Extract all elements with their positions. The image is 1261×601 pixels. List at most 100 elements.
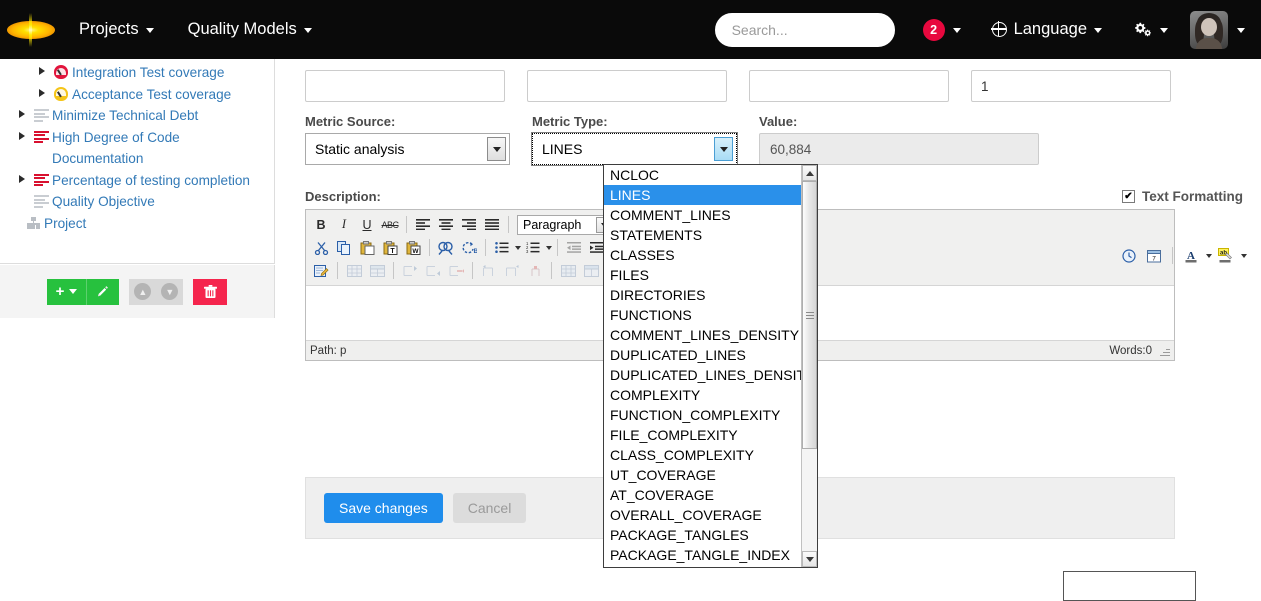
tree-item-integration-test-coverage[interactable]: Integration Test coverage	[0, 62, 274, 84]
tree-item-label[interactable]: Minimize Technical Debt	[52, 105, 198, 127]
notifications-menu[interactable]: 2	[905, 0, 975, 59]
copy-icon[interactable]	[333, 237, 355, 258]
scrollbar-thumb[interactable]	[802, 181, 817, 449]
delete-row-icon[interactable]	[445, 260, 467, 281]
cut-icon[interactable]	[310, 237, 332, 258]
chevron-down-icon[interactable]	[1241, 253, 1247, 258]
user-menu[interactable]	[1182, 0, 1261, 59]
brand-logo[interactable]	[0, 0, 62, 59]
metric-option[interactable]: FUNCTIONS	[604, 305, 801, 325]
move-down-button[interactable]: ▼	[161, 283, 179, 300]
chevron-down-icon[interactable]	[546, 245, 552, 250]
tree-item-high-degree-code-documentation[interactable]: High Degree of Code Documentation	[0, 127, 274, 170]
metric-option[interactable]: PACKAGE_TANGLES	[604, 525, 801, 545]
tree-item-label[interactable]: Project	[44, 213, 86, 235]
metric-option[interactable]: STATEMENTS	[604, 225, 801, 245]
text-color-icon[interactable]: A	[1180, 245, 1202, 266]
delete-node-button[interactable]	[193, 278, 228, 305]
metric-option[interactable]: DUPLICATED_LINES	[604, 345, 801, 365]
align-right-icon[interactable]	[458, 214, 480, 235]
metric-option[interactable]: COMPLEXITY	[604, 385, 801, 405]
tree-item-minimize-technical-debt[interactable]: Minimize Technical Debt	[0, 105, 274, 127]
metric-option[interactable]: UT_COVERAGE	[604, 465, 801, 485]
text-formatting-toggle[interactable]: ✔ Text Formatting	[1122, 189, 1243, 204]
italic-icon[interactable]: I	[333, 214, 355, 235]
editor-resize-handle[interactable]	[1158, 345, 1170, 357]
insert-date-icon[interactable]: 7	[1143, 245, 1165, 266]
expand-twisty-icon[interactable]	[34, 62, 50, 84]
metric-option-selected[interactable]: LINES	[604, 185, 801, 205]
bullet-list-icon[interactable]	[491, 237, 513, 258]
metric-option[interactable]: NCLOC	[604, 165, 801, 185]
metric-option[interactable]: CLASSES	[604, 245, 801, 265]
chevron-down-icon[interactable]	[1206, 253, 1212, 258]
metric-source-select[interactable]: Static analysis	[305, 133, 510, 165]
underline-icon[interactable]: U	[356, 214, 378, 235]
chevron-down-icon[interactable]	[714, 137, 733, 161]
insert-row-after-icon[interactable]	[422, 260, 444, 281]
align-left-icon[interactable]	[412, 214, 434, 235]
numbered-list-icon[interactable]: 123	[522, 237, 544, 258]
merge-cells-icon[interactable]	[557, 260, 579, 281]
paste-from-word-icon[interactable]: W	[402, 237, 424, 258]
tree-item-label[interactable]: Integration Test coverage	[72, 62, 224, 84]
nav-menu-projects[interactable]: Projects	[62, 0, 171, 59]
format-block-select[interactable]: Paragraph	[517, 214, 613, 235]
metric-option[interactable]: COMMENT_LINES_DENSITY	[604, 325, 801, 345]
tree-item-label[interactable]: Percentage of testing completion	[52, 170, 250, 192]
metric-type-dropdown-list[interactable]: NCLOC LINES COMMENT_LINES STATEMENTS CLA…	[603, 164, 818, 568]
tree-item-project[interactable]: Project	[0, 213, 274, 235]
paste-icon[interactable]	[356, 237, 378, 258]
align-justify-icon[interactable]	[481, 214, 503, 235]
weight-input[interactable]	[971, 70, 1171, 102]
table-icon[interactable]	[343, 260, 365, 281]
field-input-3[interactable]	[749, 70, 949, 102]
move-up-button[interactable]: ▲	[134, 283, 152, 300]
settings-menu[interactable]	[1119, 0, 1182, 59]
edit-source-icon[interactable]	[310, 260, 332, 281]
expand-twisty-icon[interactable]	[14, 170, 30, 192]
strikethrough-icon[interactable]: ABC	[379, 214, 401, 235]
field-input-2[interactable]	[527, 70, 727, 102]
insert-col-before-icon[interactable]	[478, 260, 500, 281]
split-cell-icon[interactable]	[580, 260, 602, 281]
tree-item-percentage-testing-completion[interactable]: Percentage of testing completion	[0, 170, 274, 192]
insert-time-icon[interactable]	[1118, 245, 1140, 266]
find-replace-icon[interactable]: B	[458, 237, 480, 258]
metric-type-select[interactable]: LINES	[531, 132, 738, 166]
metric-option[interactable]: DUPLICATED_LINES_DENSITY	[604, 365, 801, 385]
metric-option[interactable]: FUNCTION_COMPLEXITY	[604, 405, 801, 425]
cancel-button[interactable]: Cancel	[452, 493, 527, 523]
insert-col-after-icon[interactable]	[501, 260, 523, 281]
expand-twisty-icon[interactable]	[34, 84, 50, 106]
metric-option[interactable]: OVERALL_COVERAGE	[604, 505, 801, 525]
edit-node-button[interactable]	[87, 278, 120, 305]
search-input[interactable]	[714, 12, 895, 47]
metric-option[interactable]: CLASS_COMPLEXITY	[604, 445, 801, 465]
tree-item-label[interactable]: Quality Objective	[52, 191, 155, 213]
table-props-icon[interactable]	[366, 260, 388, 281]
scroll-up-button[interactable]	[802, 165, 817, 181]
metric-option[interactable]: AT_COVERAGE	[604, 485, 801, 505]
expand-twisty-icon[interactable]	[14, 127, 30, 149]
metric-option[interactable]: FILE_COMPLEXITY	[604, 425, 801, 445]
add-node-button[interactable]: +	[46, 278, 88, 305]
dropdown-scrollbar[interactable]	[801, 165, 817, 567]
language-menu[interactable]: Language	[975, 0, 1119, 59]
tree-item-label[interactable]: High Degree of Code Documentation	[52, 127, 270, 170]
metric-option[interactable]: DIRECTORIES	[604, 285, 801, 305]
scrollbar-track[interactable]	[802, 181, 817, 551]
chevron-down-icon[interactable]	[515, 245, 521, 250]
tree-item-label[interactable]: Acceptance Test coverage	[72, 84, 231, 106]
metric-option[interactable]: COMMENT_LINES	[604, 205, 801, 225]
field-input-1[interactable]	[305, 70, 505, 102]
bold-icon[interactable]: B	[310, 214, 332, 235]
expand-twisty-icon[interactable]	[14, 105, 30, 127]
metric-option[interactable]: PACKAGE_TANGLE_INDEX	[604, 545, 801, 565]
find-icon[interactable]	[435, 237, 457, 258]
metric-option[interactable]: FILES	[604, 265, 801, 285]
align-center-icon[interactable]	[435, 214, 457, 235]
nav-menu-quality-models[interactable]: Quality Models	[171, 0, 329, 59]
insert-row-before-icon[interactable]	[399, 260, 421, 281]
save-changes-button[interactable]: Save changes	[324, 493, 443, 523]
